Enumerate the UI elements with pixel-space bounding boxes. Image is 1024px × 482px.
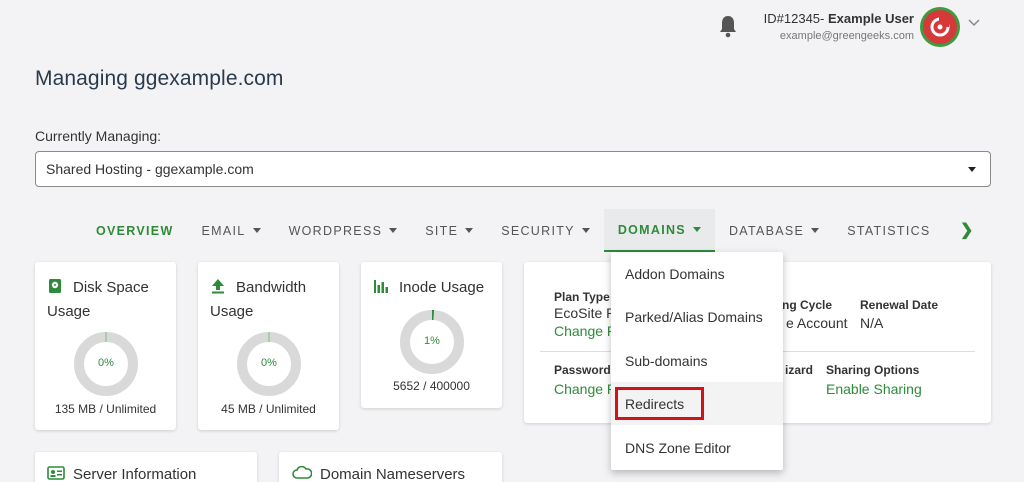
- chevron-right-icon[interactable]: ❯: [960, 220, 973, 240]
- bandwidth-usage-card: Bandwidth Usage 0% 45 MB / Unlimited: [198, 262, 339, 430]
- bar-chart-icon: [374, 280, 388, 293]
- plan-type-value: EcoSite P: [554, 305, 616, 321]
- domain-nameservers-title: Domain Nameservers: [292, 465, 465, 482]
- caret-down-icon: [252, 228, 261, 233]
- chevron-down-icon[interactable]: [967, 18, 981, 28]
- tab-domains[interactable]: DOMAINS: [603, 209, 715, 252]
- inode-usage-card: Inode Usage 1% 5652 / 400000: [361, 262, 502, 408]
- disk-usage-percent: 0%: [98, 357, 114, 369]
- card-title: Disk Space Usage: [47, 279, 149, 320]
- enable-sharing-link[interactable]: Enable Sharing: [826, 381, 922, 397]
- cloud-icon: [292, 465, 313, 479]
- inode-usage-value: 5652 / 400000: [393, 379, 470, 393]
- change-password-link[interactable]: Change P: [554, 381, 616, 397]
- user-name: Example User: [828, 11, 914, 26]
- menu-item-sub-domains[interactable]: Sub-domains: [611, 339, 783, 382]
- bandwidth-usage-percent: 0%: [261, 357, 277, 369]
- page-title: Managing ggexample.com: [35, 67, 284, 90]
- user-email: example@greengeeks.com: [779, 30, 914, 42]
- managing-select-value: Shared Hosting - ggexample.com: [46, 161, 254, 177]
- menu-item-dns-zone-editor[interactable]: DNS Zone Editor: [611, 426, 783, 469]
- disk-usage-value: 135 MB / Unlimited: [54, 402, 157, 416]
- wizard-label: izard: [785, 363, 814, 377]
- inode-usage-percent: 1%: [424, 335, 440, 347]
- sharing-options-label: Sharing Options: [826, 363, 920, 377]
- disk-icon: [49, 279, 61, 293]
- billing-cycle-label: ng Cycle: [782, 298, 833, 312]
- plan-type-label: Plan Type: [554, 290, 610, 304]
- tab-email[interactable]: EMAIL: [188, 209, 275, 252]
- tab-security[interactable]: SECURITY: [487, 209, 604, 252]
- bell-icon[interactable]: [718, 14, 738, 38]
- tab-site[interactable]: SITE: [411, 209, 487, 252]
- greengeeks-logo-icon: [930, 17, 950, 37]
- server-information-title: Server Information: [47, 466, 196, 482]
- password-label: Password: [554, 363, 611, 377]
- caret-down-icon: [581, 228, 590, 233]
- card-title: Inode Usage: [373, 276, 503, 300]
- caret-down-icon: [465, 228, 474, 233]
- tab-wordpress[interactable]: WORDPRESS: [275, 209, 412, 252]
- upload-icon: [212, 279, 224, 294]
- card-title: Bandwidth Usage: [210, 279, 307, 320]
- tab-overview[interactable]: OVERVIEW: [82, 209, 188, 252]
- menu-item-addon-domains[interactable]: Addon Domains: [611, 252, 783, 295]
- user-id: ID#12345- Example User: [764, 11, 914, 26]
- renewal-date-label: Renewal Date: [860, 298, 939, 312]
- highlight-box: [615, 387, 704, 420]
- renewal-date-value: N/A: [860, 315, 884, 331]
- tab-statistics[interactable]: STATISTICS: [833, 209, 944, 252]
- bandwidth-usage-value: 45 MB / Unlimited: [221, 402, 316, 416]
- change-plan-link[interactable]: Change P: [554, 323, 616, 339]
- managing-select[interactable]: Shared Hosting - ggexample.com: [35, 151, 991, 187]
- tab-bar: OVERVIEW EMAIL WORDPRESS SITE SECURITY D…: [82, 209, 945, 252]
- caret-down-icon: [389, 228, 398, 233]
- caret-down-icon: [692, 227, 701, 232]
- billing-cycle-value: e Account: [786, 315, 848, 331]
- caret-down-icon: [968, 167, 976, 172]
- tab-database[interactable]: DATABASE: [715, 209, 833, 252]
- caret-down-icon: [811, 228, 820, 233]
- domains-dropdown-menu: Addon Domains Parked/Alias Domains Sub-d…: [611, 252, 783, 470]
- avatar[interactable]: [920, 7, 960, 47]
- user-id-number: ID#12345-: [763, 11, 825, 26]
- disk-usage-card: Disk Space Usage 0% 135 MB / Unlimited: [35, 262, 176, 430]
- menu-item-parked-alias-domains[interactable]: Parked/Alias Domains: [611, 295, 783, 338]
- currently-managing-label: Currently Managing:: [35, 128, 162, 144]
- id-card-icon: [47, 466, 65, 480]
